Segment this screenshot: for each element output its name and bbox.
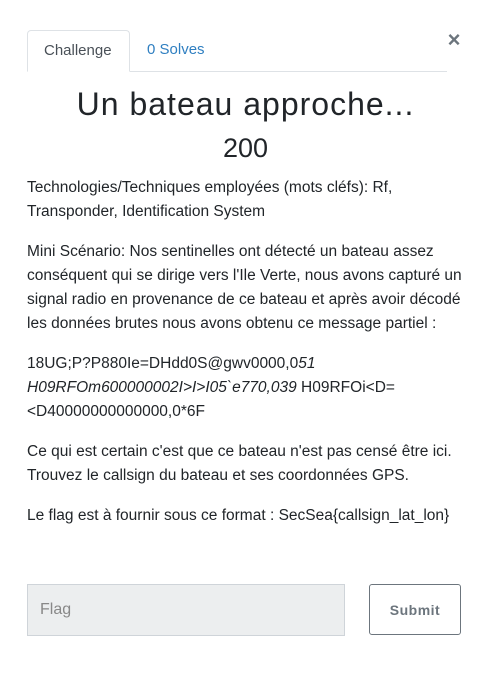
close-icon[interactable]: × <box>444 28 464 52</box>
challenge-description: Technologies/Techniques employées (mots … <box>27 176 467 544</box>
encoded-message: 18UG;P?P880Ie=DHdd0S@gwv0000,051 H09RFOm… <box>27 352 467 424</box>
tab-solves[interactable]: 0 Solves <box>131 30 221 72</box>
flag-input[interactable] <box>27 584 345 636</box>
tab-bar: Challenge 0 Solves <box>27 30 447 72</box>
message-part-1: 18UG;P?P880Ie=DHdd0S@gwv0000,0 <box>27 355 299 372</box>
submit-button[interactable]: Submit <box>369 584 461 635</box>
tech-keywords: Technologies/Techniques employées (mots … <box>27 179 393 220</box>
challenge-title: Un bateau approche... <box>76 86 415 122</box>
challenge-points: 200 <box>222 133 269 163</box>
tab-challenge[interactable]: Challenge <box>27 30 130 72</box>
scenario-text: Mini Scénario: Nos sentinelles ont détec… <box>27 243 462 332</box>
hint-text: Ce qui est certain c'est que ce bateau n… <box>27 443 452 484</box>
flag-format-text: Le flag est à fournir sous ce format : S… <box>27 507 450 524</box>
